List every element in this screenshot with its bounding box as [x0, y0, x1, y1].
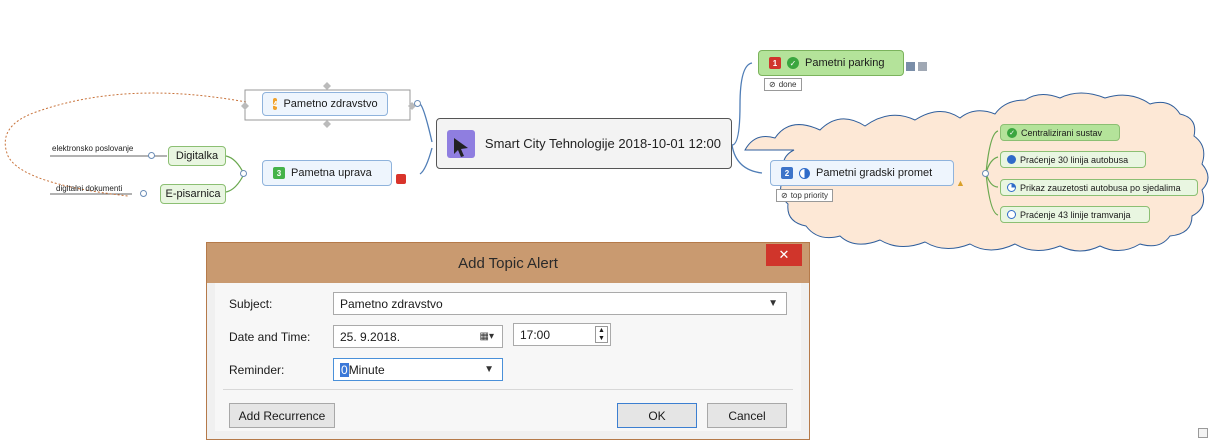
expand-toggle[interactable]	[414, 100, 421, 107]
task-done-icon: ✓	[787, 57, 799, 69]
reminder-combobox[interactable]: 0 Minute ▼	[333, 358, 503, 381]
dialog-title: Add Topic Alert	[458, 254, 558, 272]
task-done-icon: ✓	[1007, 127, 1017, 138]
chevron-down-icon[interactable]: ▼	[768, 298, 778, 309]
topic-label: Pametni parking	[805, 57, 885, 69]
calendar-dropdown-icon[interactable]: ▦▾	[480, 331, 494, 342]
progress-half-icon	[799, 167, 810, 179]
central-title: Smart City Tehnologije 2018-10-01 12:00	[484, 136, 721, 151]
topic-label: E-pisarnica	[165, 188, 221, 200]
subtopic-prikaz-zauzetosti[interactable]: Prikaz zauzetosti autobusa po sjedalima	[1000, 179, 1198, 196]
note-digitalni-dokumenti: digitalni dokumenti	[56, 184, 123, 193]
priority-2-icon: 2	[781, 167, 793, 179]
divider	[223, 389, 793, 390]
expand-toggle[interactable]	[140, 190, 147, 197]
subtopic-centralizirani-sustav[interactable]: ✓ Centralizirani sustav	[1000, 124, 1120, 141]
reminder-label: Reminder:	[229, 363, 285, 377]
cursor-arrow-icon	[447, 129, 475, 158]
note-icon	[918, 62, 927, 71]
topic-label: Pametno zdravstvo	[283, 98, 378, 110]
resize-grip-icon[interactable]	[1198, 428, 1208, 438]
tag-top-priority: ⊘ top priority	[776, 189, 834, 202]
priority-3-icon: 3	[273, 167, 285, 179]
add-recurrence-button[interactable]: Add Recurrence	[229, 403, 335, 428]
subtopic-pracenje-30-linija[interactable]: Praćenje 30 linija autobusa	[1000, 151, 1146, 168]
expand-toggle[interactable]	[982, 170, 989, 177]
expand-toggle[interactable]	[148, 152, 155, 159]
progress-75-icon	[1007, 155, 1016, 164]
subject-label: Subject:	[229, 297, 273, 311]
topic-pametno-zdravstvo[interactable]: 4 Pametno zdravstvo	[262, 92, 388, 116]
topic-e-pisarnica[interactable]: E-pisarnica	[160, 184, 226, 204]
tag-done: ⊘ done	[764, 78, 802, 91]
chevron-down-icon[interactable]: ▼	[484, 364, 494, 375]
spin-buttons-icon[interactable]: ▲ ▼	[595, 326, 608, 343]
topic-label: Digitalka	[175, 150, 219, 162]
topic-label: Pametna uprava	[291, 167, 372, 179]
close-button[interactable]: ✕	[766, 244, 802, 266]
link-icon	[396, 174, 406, 184]
time-spinner[interactable]: 17:00 ▲ ▼	[513, 323, 611, 346]
warning-icon: ▲	[956, 178, 965, 188]
topic-pametni-parking[interactable]: 1 ✓ Pametni parking	[758, 50, 904, 76]
note-elektronsko-poslovanje: elektronsko poslovanje	[52, 144, 134, 153]
tag-icon: ⊘	[769, 80, 776, 89]
ok-button[interactable]: OK	[617, 403, 697, 428]
topic-label: Pametni gradski promet	[816, 167, 933, 179]
dialog-titlebar[interactable]: Add Topic Alert ✕	[207, 243, 809, 283]
reminder-number: 0	[340, 362, 349, 377]
date-picker[interactable]: 25. 9.2018. ▦▾	[333, 325, 503, 348]
attachment-icon	[906, 62, 915, 71]
topic-pametna-uprava[interactable]: 3 Pametna uprava	[262, 160, 392, 186]
progress-25-icon	[1007, 183, 1016, 192]
cancel-button[interactable]: Cancel	[707, 403, 787, 428]
topic-pametni-gradski-promet[interactable]: 2 Pametni gradski promet	[770, 160, 954, 186]
topic-digitalka[interactable]: Digitalka	[168, 146, 226, 166]
add-topic-alert-dialog: Add Topic Alert ✕ Subject: Pametno zdrav…	[206, 242, 810, 440]
progress-0-icon	[1007, 210, 1016, 219]
priority-4-icon: 4	[273, 98, 278, 110]
tag-icon: ⊘	[781, 191, 788, 200]
subtopic-pracenje-43-linije[interactable]: Praćenje 43 linije tramvanja	[1000, 206, 1150, 223]
expand-toggle[interactable]	[240, 170, 247, 177]
dialog-body: Subject: Pametno zdravstvo ▼ Date and Ti…	[215, 283, 801, 431]
subject-combobox[interactable]: Pametno zdravstvo ▼	[333, 292, 787, 315]
central-topic[interactable]: Smart City Tehnologije 2018-10-01 12:00	[436, 118, 732, 169]
datetime-label: Date and Time:	[229, 330, 311, 344]
priority-1-icon: 1	[769, 57, 781, 69]
